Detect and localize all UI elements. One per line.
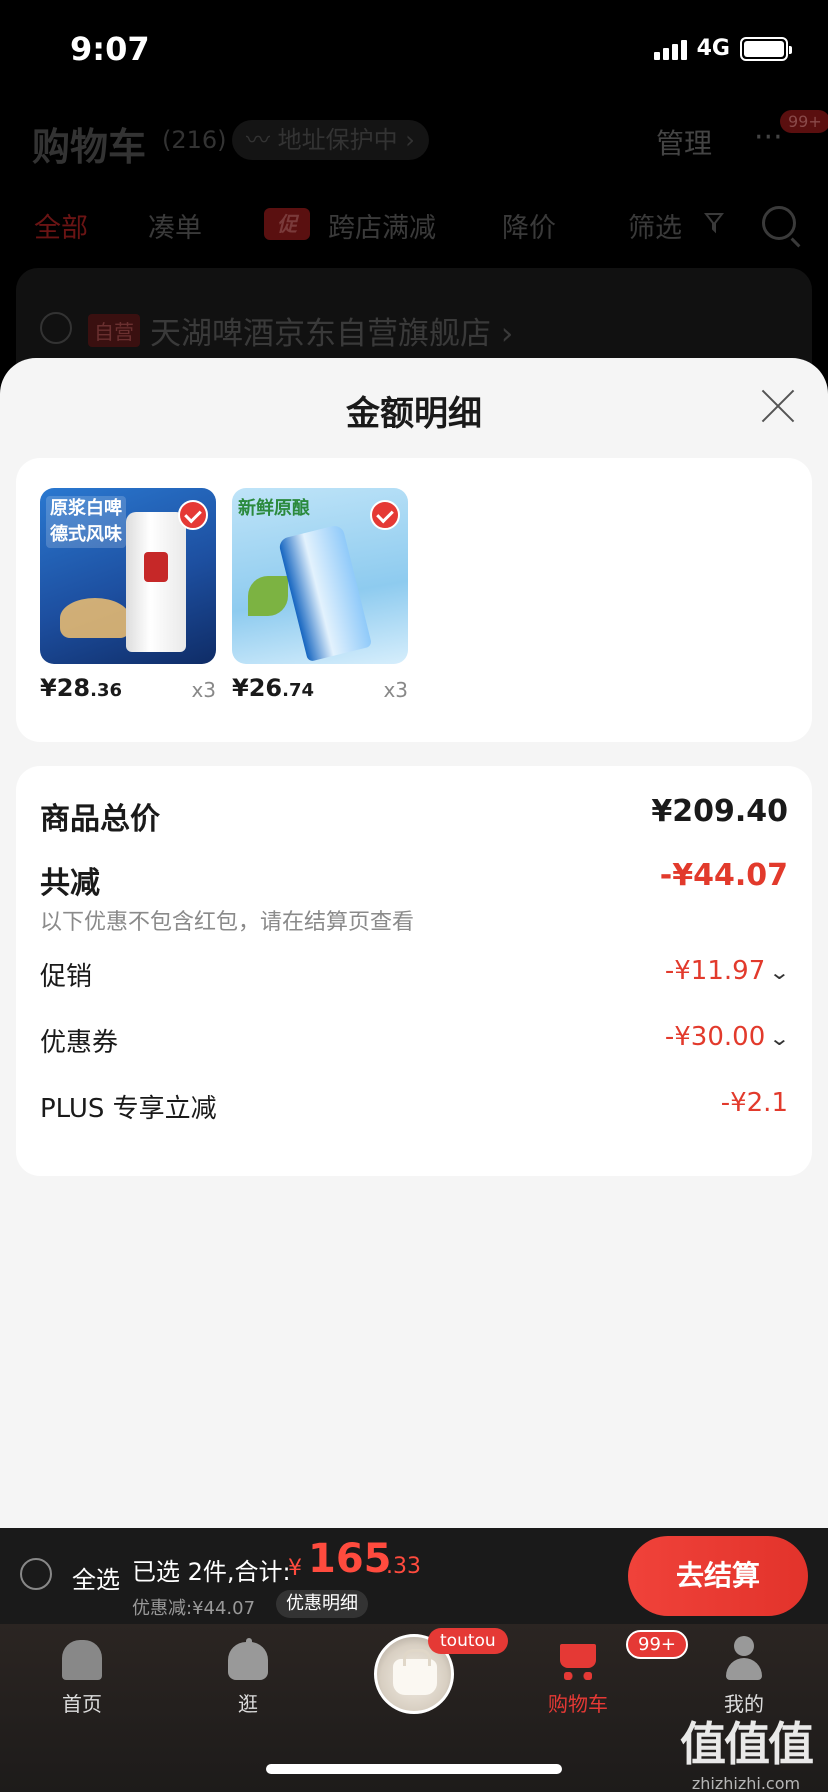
cart-header: 购物车 (216) 〰 地址保护中 › 管理 ··· 99+ (0, 100, 828, 190)
product-image-banner: 新鲜原酿 (238, 498, 310, 519)
tab-explore[interactable]: 逛 (188, 1636, 308, 1717)
tab-home-label: 首页 (62, 1692, 102, 1716)
total-off-value: -¥44.07 (659, 858, 788, 893)
subtotal-value: ¥209.40 (651, 794, 788, 829)
coupon-label: 优惠券 (40, 1028, 119, 1058)
cart-icon: 99+ (554, 1630, 688, 1682)
total-off-label: 共减 (40, 866, 100, 901)
tab-explore-label: 逛 (238, 1692, 258, 1716)
total-off-row: 共减 -¥44.07 (40, 858, 788, 901)
select-all-radio[interactable] (20, 1558, 52, 1590)
filter-tabs: 全部 凑单 促 跨店满减 降价 筛选 (0, 200, 828, 250)
signal-icon (653, 38, 687, 60)
checkout-bar: 全选 已选 2件,合计: ¥ 165 .33 优惠减:¥44.07 优惠明细 去… (0, 1528, 828, 1624)
total-amount: 165 (308, 1536, 392, 1582)
total-cents: .33 (386, 1554, 421, 1579)
tab-home[interactable]: 首页 (22, 1636, 142, 1717)
tab-cart[interactable]: 99+ 购物车 (518, 1630, 688, 1717)
watermark-text: zhizhizhi.com (691, 1774, 801, 1792)
promo-value: -¥11.97 (664, 956, 766, 986)
price-int: ¥28 (40, 674, 91, 702)
tab-combine[interactable]: 凑单 (148, 206, 202, 245)
product-price: ¥28.36 (40, 674, 122, 702)
store-select-radio[interactable] (40, 312, 72, 344)
beer-can-graphic (277, 523, 373, 663)
explore-icon (224, 1636, 272, 1682)
cart-count: (216) (162, 126, 227, 154)
price-cents: .36 (90, 680, 122, 701)
plus-label: PLUS 专享立减 (40, 1094, 217, 1124)
product-image: 原浆白啤 德式风味 (40, 488, 216, 664)
address-protect-pill[interactable]: 〰 地址保护中 › (232, 120, 429, 160)
home-indicator[interactable] (266, 1764, 562, 1774)
product-item[interactable]: 原浆白啤 德式风味 ¥28.36 x3 (40, 488, 216, 702)
product-qty: x3 (191, 678, 216, 702)
tab-filter[interactable]: 筛选 (628, 206, 682, 245)
tab-me[interactable]: 我的 (684, 1636, 804, 1717)
manage-button[interactable]: 管理 (656, 122, 712, 162)
promo-label: 促销 (40, 962, 93, 992)
product-item[interactable]: 新鲜原酿 ¥26.74 x3 (232, 488, 408, 702)
plus-row: PLUS 专享立减 -¥2.1 (40, 1088, 788, 1124)
products-card: 原浆白啤 德式风味 ¥28.36 x3 新鲜原酿 ¥26.74 x3 (16, 458, 812, 742)
check-icon[interactable] (178, 500, 208, 530)
network-type: 4G (696, 36, 730, 61)
center-avatar-tag: toutou (428, 1628, 508, 1654)
price-int: ¥26 (232, 674, 283, 702)
self-operated-badge: 自营 (88, 314, 140, 347)
subtotal-label: 商品总价 (40, 802, 160, 837)
search-icon[interactable] (762, 206, 796, 240)
amount-detail-sheet: 金额明细 原浆白啤 德式风味 ¥28.36 x3 新鲜原酿 ¥26.74 x3 (0, 358, 828, 1528)
coupon-value: -¥30.00 (664, 1022, 766, 1052)
status-right: 4G (653, 36, 792, 61)
coupon-value-wrap[interactable]: -¥30.00 ⌄ (664, 1022, 791, 1052)
home-icon (58, 1636, 106, 1682)
more-icon[interactable]: ··· (754, 120, 783, 155)
chevron-down-icon[interactable]: ⌄ (769, 1026, 791, 1050)
promo-row[interactable]: 促销 -¥11.97 ⌄ (40, 956, 791, 992)
subtotal-row: 商品总价 ¥209.40 (40, 794, 788, 837)
checkout-button[interactable]: 去结算 (628, 1536, 808, 1616)
cart-title: 购物车 (32, 125, 147, 169)
discount-detail-button[interactable]: 优惠明细 (276, 1590, 368, 1618)
total-currency: ¥ (288, 1556, 302, 1581)
product-qty: x3 (383, 678, 408, 702)
more-badge: 99+ (780, 110, 828, 133)
tab-all[interactable]: 全部 (34, 206, 88, 245)
store-name-link[interactable]: 天湖啤酒京东自营旗舰店 › (150, 308, 513, 353)
handbag-icon (393, 1649, 437, 1695)
beer-can-graphic (126, 512, 186, 652)
close-icon[interactable] (760, 388, 796, 424)
watermark: 值值值 zhizhizhi.com (676, 1708, 816, 1792)
coupon-row[interactable]: 优惠券 -¥30.00 ⌄ (40, 1022, 791, 1058)
moon-boat-graphic (60, 598, 130, 638)
sheet-title: 金额明细 (346, 394, 482, 434)
chevron-down-icon[interactable]: ⌄ (769, 960, 791, 984)
hops-graphic (248, 576, 288, 616)
product-image-banner: 原浆白啤 德式风味 (46, 496, 126, 548)
promo-value-wrap[interactable]: -¥11.97 ⌄ (664, 956, 791, 986)
discount-summary: 优惠减:¥44.07 (132, 1598, 256, 1619)
select-all-label[interactable]: 全选 (72, 1560, 120, 1595)
note-row: 以下优惠不包含红包，请在结算页查看 (40, 904, 788, 935)
status-time: 9:07 (70, 30, 150, 68)
summary-card: 商品总价 ¥209.40 共减 -¥44.07 以下优惠不包含红包，请在结算页查… (16, 766, 812, 1176)
tab-cart-label: 购物车 (548, 1692, 608, 1716)
cart-badge: 99+ (626, 1630, 688, 1659)
discount-note: 以下优惠不包含红包，请在结算页查看 (40, 910, 415, 935)
tab-price-drop[interactable]: 降价 (502, 206, 556, 245)
watermark-logo: 值值值 (680, 1717, 814, 1771)
product-price: ¥26.74 (232, 674, 314, 702)
tab-cross-store[interactable]: 跨店满减 (328, 206, 436, 245)
price-cents: .74 (282, 680, 314, 701)
selected-summary: 已选 2件,合计: (132, 1558, 291, 1586)
me-icon (720, 1636, 768, 1682)
product-image: 新鲜原酿 (232, 488, 408, 664)
battery-icon (740, 36, 792, 61)
status-bar: 9:07 4G (0, 0, 828, 100)
plus-value: -¥2.1 (720, 1088, 788, 1118)
promo-chip: 促 (264, 208, 310, 240)
check-icon[interactable] (370, 500, 400, 530)
funnel-icon[interactable] (704, 212, 724, 234)
